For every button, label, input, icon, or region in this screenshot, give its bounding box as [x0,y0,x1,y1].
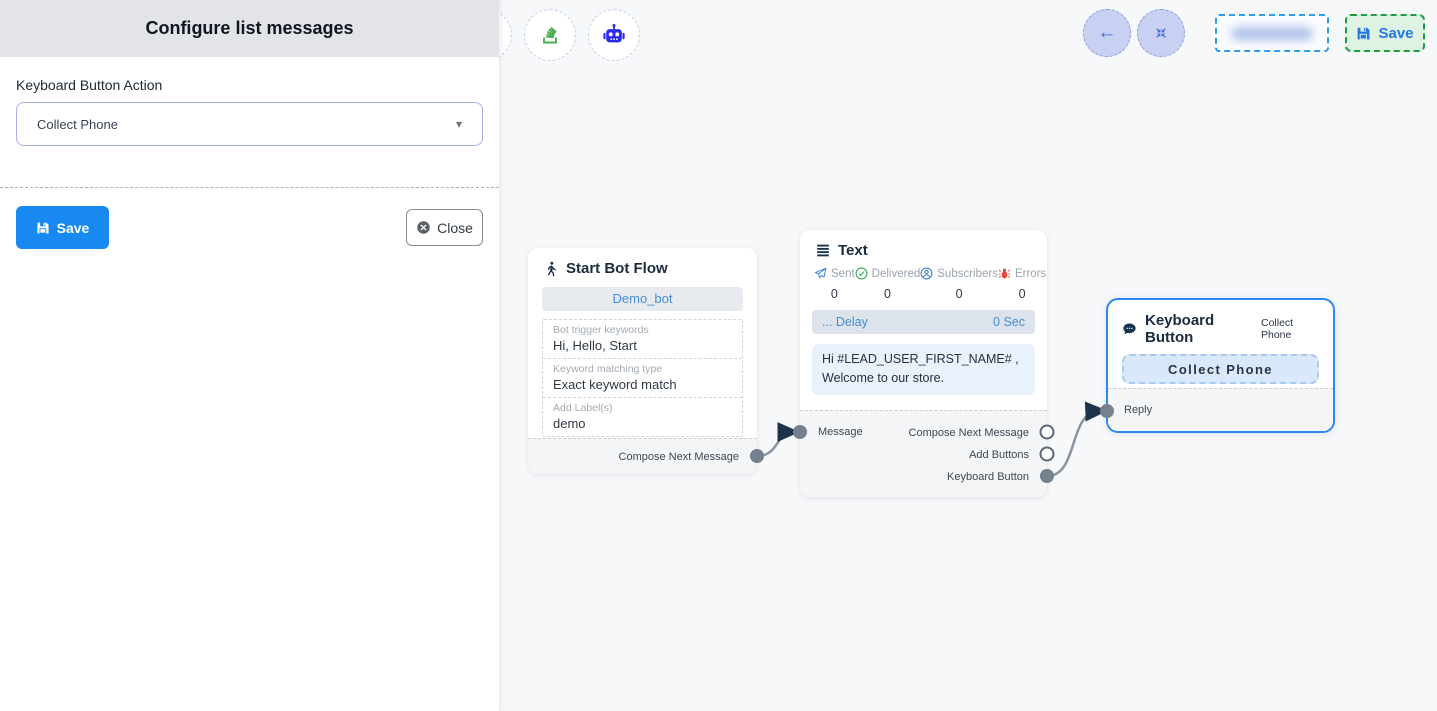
node-start-bot-flow[interactable]: Start Bot Flow Demo_bot Bot trigger keyw… [528,248,757,474]
panel-save-label: Save [57,220,90,236]
field-value: Hi, Hello, Start [553,337,732,355]
output-label-add-buttons: Add Buttons [909,444,1029,466]
input-label-message: Message [818,426,863,438]
stat-sent: Sent 0 [814,267,855,301]
delay-value: 0 Sec [993,315,1025,329]
blurred-label [1231,27,1313,40]
node-title: Keyboard Button [1145,312,1253,346]
field-matching-type[interactable]: Keyword matching type Exact keyword matc… [543,358,742,397]
field-label: Bot trigger keywords [553,324,732,337]
stat-delivered: Delivered 0 [855,267,921,301]
bug-icon [998,267,1011,280]
chevron-down-icon: ▾ [456,117,462,131]
toolbar-button-bot[interactable] [588,9,640,61]
panel-close-label: Close [437,220,473,236]
check-circle-icon [855,267,868,280]
configure-panel: Configure list messages Keyboard Button … [0,0,499,711]
stack-icon [538,23,562,47]
divider [0,187,499,188]
bot-name-chip[interactable]: Demo_bot [542,287,743,311]
start-fields: Bot trigger keywords Hi, Hello, Start Ke… [542,319,743,437]
back-arrow-icon: ← [1098,22,1117,44]
panel-save-button[interactable]: Save [16,206,109,249]
stat-label: Subscribers [937,268,998,280]
output-label-keyboard-button: Keyboard Button [909,466,1029,488]
stat-subscribers: Subscribers 0 [920,267,998,301]
redacted-button[interactable] [1215,14,1329,52]
field-label: Keyword matching type [553,363,732,376]
toolbar-button-stack[interactable] [524,9,576,61]
panel-close-button[interactable]: Close [406,209,483,246]
speech-bubble-icon [1122,322,1137,336]
stat-value: 0 [814,287,855,301]
stat-label: Delivered [872,268,921,280]
delay-label: ... Delay [822,315,868,329]
compress-icon [1153,25,1169,41]
output-label-compose-next-message: Compose Next Message [619,451,739,463]
flow-save-label: Save [1378,25,1413,42]
node-title: Text [838,242,868,259]
stat-value: 0 [855,287,921,301]
stat-value: 0 [920,287,998,301]
walking-person-icon [544,261,558,277]
input-label-reply: Reply [1124,404,1152,416]
robot-icon [601,22,627,48]
node-title: Start Bot Flow [566,260,668,277]
output-label-compose-next-message: Compose Next Message [909,422,1029,444]
stat-label: Sent [831,268,855,280]
keyboard-action-field-label: Keyboard Button Action [16,77,483,93]
field-value: Exact keyword match [553,376,732,394]
port-keyboard-reply-input[interactable] [1100,404,1114,418]
collect-phone-button[interactable]: Collect Phone [1122,354,1319,384]
edge-text-to-keyboard[interactable] [1047,411,1099,476]
panel-header: Configure list messages [0,0,499,57]
port-text-message-input[interactable] [793,425,807,439]
paper-plane-icon [814,267,827,280]
message-preview[interactable]: Hi #LEAD_USER_FIRST_NAME# , Welcome to o… [812,344,1035,395]
field-add-labels[interactable]: Add Label(s) demo [543,397,742,436]
close-circle-icon [416,220,431,235]
port-text-keyboard-button[interactable] [1040,469,1054,483]
port-text-add-buttons[interactable] [1041,448,1054,461]
field-value: demo [553,415,732,433]
port-text-compose-next-message[interactable] [1041,426,1054,439]
field-trigger-keywords[interactable]: Bot trigger keywords Hi, Hello, Start [543,320,742,358]
node-text[interactable]: Text Sent 0 [800,230,1047,497]
stat-value: 0 [998,287,1046,301]
field-label: Add Label(s) [553,402,732,415]
select-value: Collect Phone [37,117,118,132]
fit-view-button[interactable] [1137,9,1185,57]
user-circle-icon [920,267,933,280]
save-icon [36,221,50,235]
keyboard-action-select[interactable]: Collect Phone ▾ [16,102,483,146]
stat-errors: Errors 0 [998,267,1046,301]
flow-save-button[interactable]: Save [1345,14,1425,52]
panel-title: Configure list messages [145,18,353,39]
node-keyboard-button[interactable]: Keyboard Button Collect Phone Collect Ph… [1106,298,1335,433]
keyboard-action-label: Collect Phone [1261,317,1319,341]
stat-label: Errors [1015,268,1046,280]
back-button[interactable]: ← [1083,9,1131,57]
save-icon [1356,26,1371,41]
list-icon [816,244,830,257]
port-start-compose-next-message[interactable] [750,449,764,463]
message-stats: Sent 0 Delivered 0 [800,261,1047,301]
delay-setting[interactable]: ... Delay 0 Sec [812,310,1035,334]
